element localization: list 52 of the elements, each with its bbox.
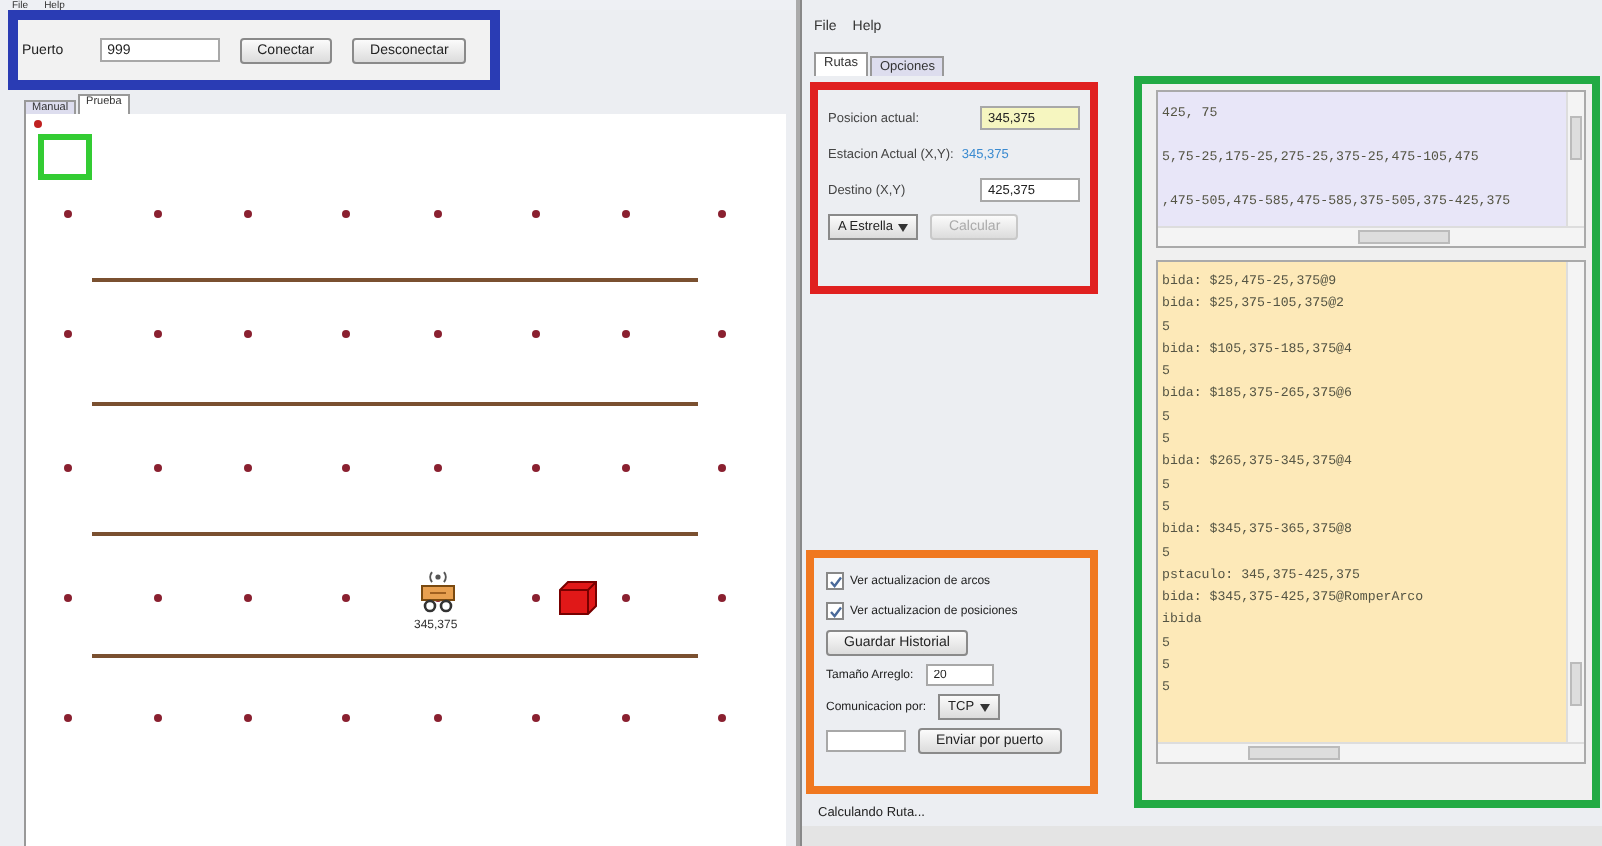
map-node	[718, 464, 726, 472]
map-node	[154, 330, 162, 338]
map-node	[622, 594, 630, 602]
map-node	[342, 594, 350, 602]
map-node	[718, 330, 726, 338]
map-node	[622, 464, 630, 472]
message-field[interactable]	[826, 730, 906, 752]
map-node	[718, 714, 726, 722]
map-node	[532, 714, 540, 722]
map-node	[622, 210, 630, 218]
map-node	[64, 594, 72, 602]
checkbox[interactable]	[826, 572, 844, 590]
map-node	[532, 464, 540, 472]
map-node	[532, 210, 540, 218]
scrollbar[interactable]	[1566, 262, 1584, 744]
map-node	[64, 464, 72, 472]
map-node	[154, 210, 162, 218]
map-node	[64, 714, 72, 722]
map-node	[342, 210, 350, 218]
map-node	[244, 330, 252, 338]
event-log-area[interactable]	[1156, 260, 1586, 764]
map-node	[154, 464, 162, 472]
map-node	[342, 464, 350, 472]
scrollbar[interactable]	[1566, 92, 1584, 228]
map-node	[718, 594, 726, 602]
origin-marker	[34, 120, 42, 128]
scrollbar[interactable]	[1158, 226, 1584, 246]
scrollbar[interactable]	[1158, 742, 1584, 762]
map-node	[532, 594, 540, 602]
map-node	[718, 210, 726, 218]
map-node	[154, 714, 162, 722]
map-node	[434, 464, 442, 472]
map-node	[622, 714, 630, 722]
checkbox[interactable]	[826, 602, 844, 620]
map-node	[244, 464, 252, 472]
map-node	[244, 714, 252, 722]
map-node	[342, 330, 350, 338]
obstacle-cube-icon	[558, 580, 598, 616]
map-node	[154, 594, 162, 602]
map-node	[434, 210, 442, 218]
map-node	[434, 714, 442, 722]
map-node	[532, 330, 540, 338]
map-node	[434, 330, 442, 338]
map-node	[342, 714, 350, 722]
map-node	[64, 210, 72, 218]
map-node	[622, 330, 630, 338]
map-node	[244, 210, 252, 218]
caret-icon	[898, 223, 909, 231]
cart-icon	[418, 566, 458, 614]
map-node	[244, 594, 252, 602]
caret-icon	[980, 703, 991, 711]
map-node	[64, 330, 72, 338]
